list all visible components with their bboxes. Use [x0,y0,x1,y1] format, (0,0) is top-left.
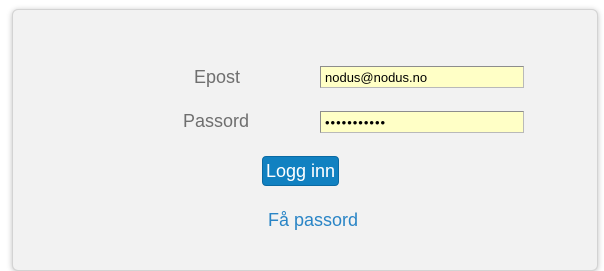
email-field[interactable] [320,66,524,88]
password-field[interactable] [320,111,524,133]
login-button[interactable]: Logg inn [262,156,340,186]
forgot-password-link[interactable]: Få passord [268,210,358,231]
password-label: Passord [182,111,249,131]
login-panel: Epost Passord Logg inn Få passord [12,9,598,271]
email-label: Epost [193,67,240,87]
